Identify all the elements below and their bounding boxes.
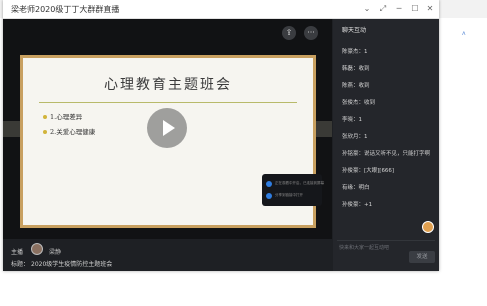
- chat-message: 陈豪杰：1: [342, 49, 368, 55]
- fullscreen-icon[interactable]: ⤢: [377, 3, 389, 15]
- video-player[interactable]: ⇪ ··· 心理教育主题班会 1.心理差异 2.关爱心理健康 正在观看中开启，已…: [3, 19, 332, 239]
- share-popup: 正在观看中开启，已连接到屏幕 分享到链接中打开: [262, 174, 324, 206]
- subject-label: 标题：: [11, 261, 30, 268]
- chat-message: 孙铭豪：说话又听不见，只能打字啊: [342, 151, 431, 157]
- option-icon: [266, 181, 272, 187]
- live-window: 梁老师2020级丁丁大群群直播 ⌄ ⤢ ─ ☐ ✕ ⇪ ··· 心理教育主题班会…: [3, 0, 439, 271]
- share-icon[interactable]: ⇪: [282, 26, 296, 40]
- user-avatar[interactable]: [422, 221, 434, 233]
- chat-message: 张欣月：1: [342, 134, 368, 140]
- chat-message: 孙俊豪：+1: [342, 202, 373, 208]
- minimize-icon[interactable]: ─: [393, 3, 405, 15]
- chat-panel: 聊天互动 陈豪杰：1 韩磊：收到 陈燕：收到 张俊杰：收到 李晓：1 张欣月：1…: [333, 19, 439, 271]
- chat-message: 有缘：明白: [342, 185, 370, 191]
- bullet-dot-icon: [43, 130, 47, 134]
- bullet-dot-icon: [43, 115, 47, 119]
- stream-subject: 2020级学生疫情防控主题班会: [31, 261, 113, 268]
- host-name: 梁静: [49, 249, 62, 256]
- slide-divider: [39, 102, 297, 103]
- chat-message: 李晓：1: [342, 117, 362, 123]
- chat-header: 聊天互动: [342, 27, 367, 34]
- close-icon[interactable]: ✕: [424, 3, 436, 15]
- more-icon[interactable]: ···: [304, 26, 318, 40]
- popup-option[interactable]: 正在观看中开启，已连接到屏幕: [266, 180, 324, 190]
- window-title: 梁老师2020级丁丁大群群直播: [11, 5, 120, 14]
- chat-message: 韩磊：收到: [342, 66, 370, 72]
- option-icon: [266, 193, 272, 199]
- play-button[interactable]: [147, 108, 187, 148]
- background-link: ʌ: [462, 30, 466, 37]
- chat-composer: 发送: [337, 240, 435, 268]
- host-label: 主播: [11, 249, 24, 256]
- play-icon: [163, 120, 175, 136]
- title-bar: 梁老师2020级丁丁大群群直播 ⌄ ⤢ ─ ☐ ✕: [3, 0, 439, 19]
- slide-title: 心理教育主题班会: [104, 77, 232, 93]
- slide-bullet: 1.心理差异: [43, 111, 82, 121]
- chat-input[interactable]: [339, 243, 409, 253]
- popup-option[interactable]: 分享到链接中打开: [266, 192, 320, 202]
- chat-message: 张俊杰：收到: [342, 100, 376, 106]
- maximize-icon[interactable]: ☐: [409, 3, 421, 15]
- stream-info: 主播 梁静 标题： 2020级学生疫情防控主题班会: [3, 239, 332, 271]
- send-button[interactable]: 发送: [409, 251, 435, 263]
- host-avatar[interactable]: [31, 243, 43, 255]
- chat-message: 孙俊豪：[大眼][666]: [342, 168, 395, 174]
- chat-message: 陈燕：收到: [342, 83, 370, 89]
- collapse-icon[interactable]: ⌄: [361, 3, 373, 15]
- slide-bullet: 2.关爱心理健康: [43, 126, 95, 136]
